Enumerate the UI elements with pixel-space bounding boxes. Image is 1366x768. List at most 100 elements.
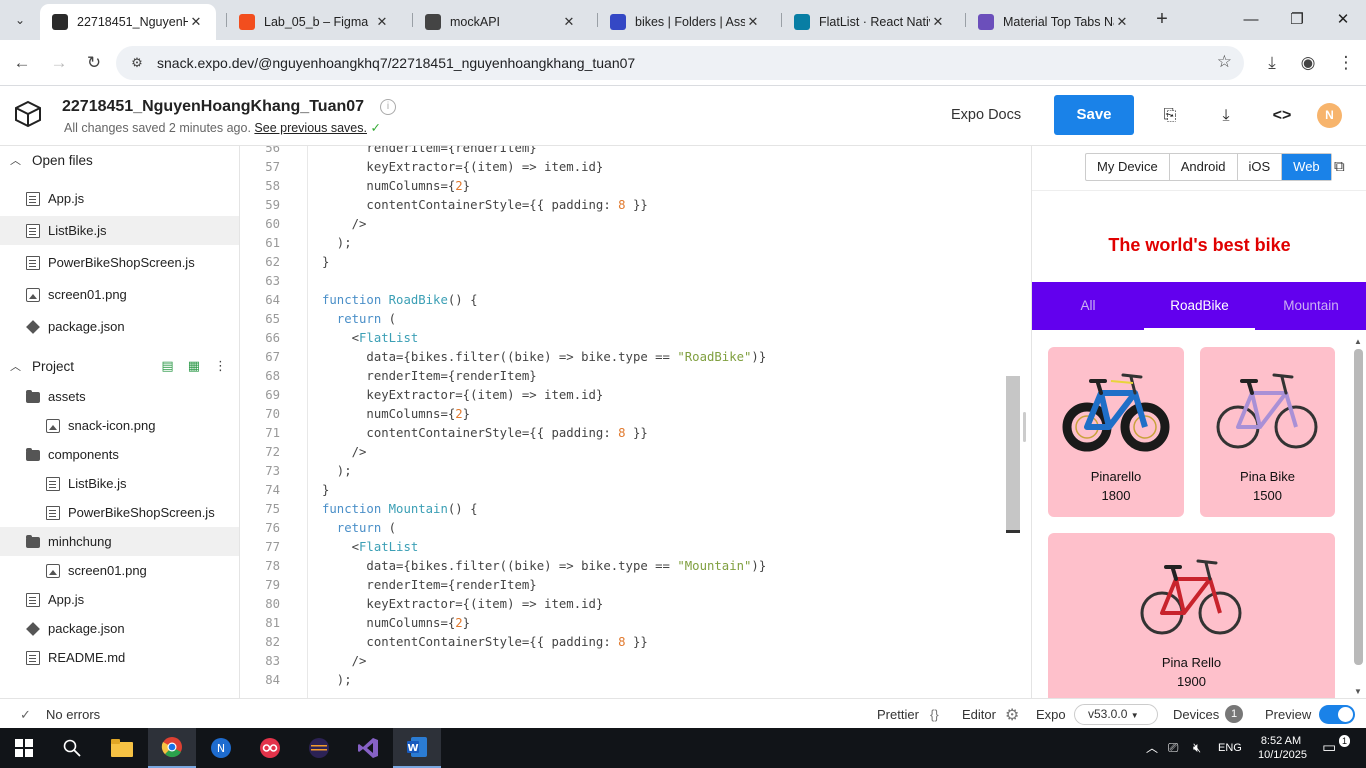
browser-tab[interactable]: bikes | Folders | Assets✕ xyxy=(598,4,773,40)
download-project-icon[interactable]: ⤓ xyxy=(1214,104,1238,128)
expo-docs-link[interactable]: Expo Docs xyxy=(951,107,1021,123)
project-tree-item[interactable]: components xyxy=(0,440,239,469)
tab-roadbike[interactable]: RoadBike xyxy=(1144,282,1255,330)
new-file-icon[interactable]: ▤ xyxy=(161,358,173,374)
volume-muted-icon[interactable]: 🔇︎ xyxy=(1193,728,1201,768)
project-title[interactable]: 22718451_NguyenHoangKhang_Tuan07 xyxy=(62,98,364,116)
bookmark-star-icon[interactable]: ☆ xyxy=(1217,52,1232,72)
show-hidden-icons-icon[interactable]: ︿ xyxy=(1146,728,1158,768)
minimize-button[interactable]: — xyxy=(1228,0,1274,40)
browser-tab[interactable]: mockAPI ✕ xyxy=(413,4,589,40)
device-tab[interactable]: Web xyxy=(1282,154,1331,180)
word-icon[interactable]: W xyxy=(393,728,441,768)
search-icon[interactable] xyxy=(48,728,96,768)
open-file-item[interactable]: ListBike.js xyxy=(0,216,239,245)
open-file-item[interactable]: PowerBikeShopScreen.js xyxy=(0,248,239,277)
previous-saves-link[interactable]: See previous saves. xyxy=(254,121,367,135)
project-tree-item[interactable]: snack-icon.png xyxy=(0,411,239,440)
tab-mountain[interactable]: Mountain xyxy=(1255,282,1366,330)
snack-logo-icon[interactable] xyxy=(14,100,42,128)
project-tree-item[interactable]: package.json xyxy=(0,614,239,643)
close-icon[interactable]: ✕ xyxy=(374,14,390,30)
open-in-new-window-icon[interactable]: ⧉ xyxy=(1334,158,1345,175)
reload-button[interactable]: ↻ xyxy=(82,51,106,75)
file-explorer-icon[interactable] xyxy=(98,728,146,768)
close-icon[interactable]: ✕ xyxy=(930,14,946,30)
prettier-label[interactable]: Prettier xyxy=(877,707,919,722)
project-tree-item[interactable]: screen01.png xyxy=(0,556,239,585)
braces-icon[interactable]: {} xyxy=(930,707,939,722)
profile-icon[interactable]: ◉ xyxy=(1296,51,1320,75)
browser-tab[interactable]: Lab_05_b – Figma ✕ xyxy=(227,4,402,40)
clock[interactable]: 8:52 AM 10/1/2025 xyxy=(1258,734,1307,764)
project-tree-item[interactable]: README.md xyxy=(0,643,239,672)
open-file-item[interactable]: package.json xyxy=(0,312,239,341)
devices-label[interactable]: Devices xyxy=(1173,707,1219,722)
notifications-icon[interactable]: ▭ xyxy=(1322,728,1346,768)
close-icon[interactable]: ✕ xyxy=(188,14,204,30)
download-icon[interactable]: ⤓ xyxy=(1260,51,1284,75)
chrome-icon[interactable] xyxy=(148,728,196,768)
editor-label[interactable]: Editor xyxy=(962,707,996,722)
site-info-icon[interactable]: ⚙ xyxy=(128,54,146,72)
code-editor[interactable]: 56 renderItem={renderItem} 57 keyExtracto… xyxy=(240,146,1030,698)
scroll-up-arrow-icon[interactable]: ▲ xyxy=(1354,337,1362,346)
app-icon[interactable]: N xyxy=(197,728,245,768)
sdk-version-select[interactable]: v53.0.0 ▼ xyxy=(1074,704,1158,725)
browser-tab[interactable]: FlatList · React Native ✕ xyxy=(782,4,958,40)
url-text[interactable]: snack.expo.dev/@nguyenhoangkhq7/22718451… xyxy=(157,55,635,71)
more-options-icon[interactable]: ⋮ xyxy=(214,358,227,374)
bike-card[interactable]: Pina Bike 1500 xyxy=(1200,347,1335,517)
new-tab-button[interactable]: + xyxy=(1150,8,1174,32)
tab-all[interactable]: All xyxy=(1032,282,1144,330)
forward-button[interactable]: → xyxy=(47,51,71,75)
info-icon[interactable]: i xyxy=(380,99,396,115)
project-tree-item[interactable]: ListBike.js xyxy=(0,469,239,498)
visual-studio-icon[interactable] xyxy=(344,728,392,768)
project-tree-item[interactable]: PowerBikeShopScreen.js xyxy=(0,498,239,527)
preview-scrollbar[interactable] xyxy=(1354,349,1363,665)
bike-card[interactable]: Pinarello 1800 xyxy=(1048,347,1184,517)
restore-button[interactable]: ❐ xyxy=(1274,0,1320,40)
back-button[interactable]: ← xyxy=(10,51,34,75)
preview-toggle[interactable] xyxy=(1319,705,1355,724)
settings-gear-icon[interactable]: ⚙ xyxy=(1005,705,1019,725)
language-indicator[interactable]: ENG xyxy=(1218,728,1242,768)
device-tab[interactable]: iOS xyxy=(1238,154,1283,180)
react-icon xyxy=(794,14,810,30)
bike-card[interactable]: Pina Rello 1900 xyxy=(1048,533,1335,698)
browser-tab[interactable]: Material Top Tabs Navigator✕ xyxy=(966,4,1142,40)
app-icon[interactable] xyxy=(246,728,294,768)
tab-search-button[interactable]: ⌄ xyxy=(8,8,32,32)
windows-start-icon[interactable] xyxy=(0,728,48,768)
close-icon[interactable]: ✕ xyxy=(561,14,577,30)
embed-code-icon[interactable]: <> xyxy=(1270,104,1294,128)
close-icon[interactable]: ✕ xyxy=(745,14,761,30)
address-bar[interactable]: ⚙ snack.expo.dev/@nguyenhoangkhq7/227184… xyxy=(116,46,1244,80)
device-tab[interactable]: My Device xyxy=(1086,154,1170,180)
open-file-item[interactable]: screen01.png xyxy=(0,280,239,309)
device-tab[interactable]: Android xyxy=(1170,154,1238,180)
eclipse-icon[interactable] xyxy=(295,728,343,768)
editor-scrollbar-thumb[interactable] xyxy=(1006,376,1020,532)
error-status[interactable]: No errors xyxy=(46,707,100,722)
open-file-item[interactable]: App.js xyxy=(0,184,239,213)
code-token: }} xyxy=(625,198,648,212)
menu-icon[interactable]: ⋮ xyxy=(1334,51,1358,75)
avatar[interactable]: N xyxy=(1317,103,1342,128)
close-icon[interactable]: ✕ xyxy=(1114,14,1130,30)
close-window-button[interactable]: ✕ xyxy=(1320,0,1366,40)
import-icon[interactable]: ⎘ xyxy=(1158,104,1182,128)
project-tree-item[interactable]: assets xyxy=(0,382,239,411)
browser-tab[interactable]: 22718451_NguyenHoangKhang_Tuan07✕ xyxy=(40,4,216,40)
new-folder-icon[interactable]: ▦ xyxy=(188,358,200,374)
save-button[interactable]: Save xyxy=(1054,95,1134,135)
project-tree-item[interactable]: App.js xyxy=(0,585,239,614)
open-files-section[interactable]: ︿ Open files xyxy=(0,146,239,174)
project-tree-item[interactable]: minhchung xyxy=(0,527,239,556)
folder-icon xyxy=(26,390,40,403)
scroll-down-arrow-icon[interactable]: ▼ xyxy=(1354,687,1362,696)
panel-resize-handle[interactable] xyxy=(1023,412,1026,442)
project-section[interactable]: ︿ Project ▤ ▦ ⋮ xyxy=(0,352,239,380)
network-icon[interactable]: ⎚ xyxy=(1168,728,1178,768)
